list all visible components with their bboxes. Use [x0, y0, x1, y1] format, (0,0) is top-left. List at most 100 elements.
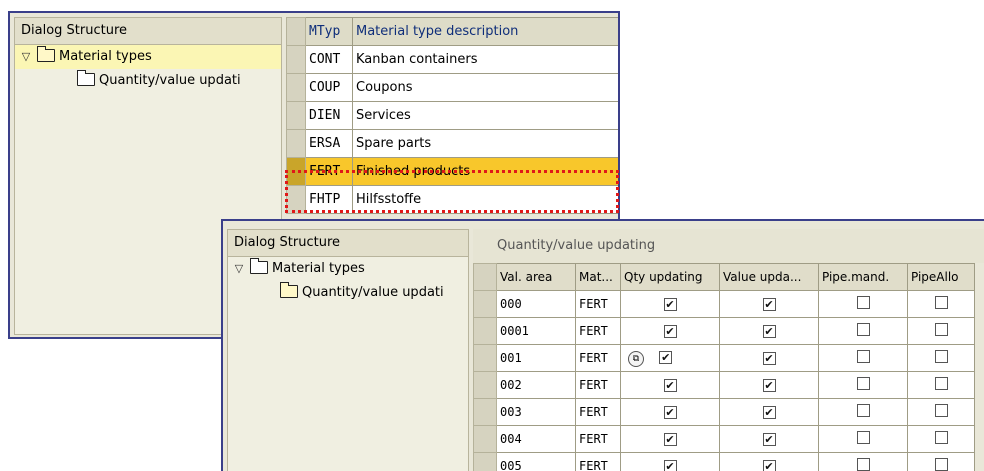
description-cell[interactable]: Finished products	[352, 157, 618, 186]
material-type-cell[interactable]: FERT	[575, 452, 621, 471]
qty-updating-checkbox-cell[interactable]: ✔	[620, 290, 720, 318]
row-selector[interactable]	[286, 157, 306, 186]
table-row[interactable]: FHTP Hilfsstoffe	[286, 185, 618, 214]
value-updating-checkbox[interactable]: ✔	[762, 433, 776, 446]
material-type-cell[interactable]: FERT	[575, 398, 621, 426]
mtyp-cell[interactable]: FHTP	[305, 185, 353, 214]
column-header-value-updating[interactable]: Value upda...	[719, 263, 819, 291]
pipe-alloc-checkbox[interactable]	[934, 323, 948, 336]
column-header-mtyp[interactable]: MTyp	[305, 17, 353, 46]
value-updating-checkbox[interactable]: ✔	[762, 406, 776, 419]
val-area-cell[interactable]: 000	[496, 290, 576, 318]
pipe-mand-checkbox[interactable]	[856, 296, 870, 309]
value-updating-checkbox-cell[interactable]: ✔	[719, 290, 819, 318]
mtyp-cell[interactable]: COUP	[305, 73, 353, 102]
val-area-cell[interactable]: 002	[496, 371, 576, 399]
mtyp-cell[interactable]: FERT	[305, 157, 353, 186]
row-selector[interactable]	[286, 129, 306, 158]
table-row[interactable]: DIEN Services	[286, 101, 618, 130]
value-updating-checkbox[interactable]: ✔	[762, 298, 776, 311]
pipe-mand-checkbox[interactable]	[856, 431, 870, 444]
table-row[interactable]: 000 FERT ✔ ✔	[473, 290, 975, 318]
table-row[interactable]: 005 FERT ✔ ✔	[473, 452, 975, 471]
triangle-down-icon[interactable]: ▽	[232, 257, 246, 281]
material-type-cell[interactable]: FERT	[575, 371, 621, 399]
pipe-alloc-checkbox-cell[interactable]	[907, 452, 975, 471]
qty-updating-checkbox[interactable]: ✔	[663, 298, 677, 311]
tree-item-quantity-value[interactable]: Quantity/value updati	[228, 281, 468, 305]
qty-updating-checkbox[interactable]: ✔	[663, 460, 677, 471]
column-header-val-area[interactable]: Val. area	[496, 263, 576, 291]
pipe-alloc-checkbox[interactable]	[934, 431, 948, 444]
qty-updating-checkbox[interactable]: ✔	[663, 325, 677, 338]
select-all-cell[interactable]	[473, 263, 497, 291]
column-header-pipe-alloc[interactable]: PipeAllo	[907, 263, 975, 291]
pipe-mand-checkbox-cell[interactable]	[818, 398, 908, 426]
qty-updating-checkbox-cell[interactable]: ✔	[620, 452, 720, 471]
mtyp-cell[interactable]: CONT	[305, 45, 353, 74]
qty-updating-checkbox-cell[interactable]: ✔	[620, 398, 720, 426]
table-row[interactable]: ERSA Spare parts	[286, 129, 618, 158]
qty-updating-checkbox-cell[interactable]: ✔	[620, 371, 720, 399]
pipe-mand-checkbox[interactable]	[856, 458, 870, 471]
pipe-alloc-checkbox-cell[interactable]	[907, 371, 975, 399]
select-all-cell[interactable]	[286, 17, 306, 46]
pipe-mand-checkbox-cell[interactable]	[818, 371, 908, 399]
table-row[interactable]: COUP Coupons	[286, 73, 618, 102]
tree-item-material-types[interactable]: ▽ Material types	[15, 45, 281, 69]
qty-updating-checkbox[interactable]: ✔	[663, 379, 677, 392]
table-row[interactable]: 004 FERT ✔ ✔	[473, 425, 975, 453]
pipe-alloc-checkbox[interactable]	[934, 404, 948, 417]
table-row[interactable]: 0001 FERT ✔ ✔	[473, 317, 975, 345]
row-selector[interactable]	[473, 344, 497, 372]
pipe-mand-checkbox[interactable]	[856, 323, 870, 336]
row-selector[interactable]	[473, 398, 497, 426]
value-updating-checkbox-cell[interactable]: ✔	[719, 398, 819, 426]
pipe-alloc-checkbox-cell[interactable]	[907, 317, 975, 345]
table-row-selected[interactable]: FERT Finished products	[286, 157, 618, 186]
pipe-alloc-checkbox-cell[interactable]	[907, 290, 975, 318]
qty-updating-checkbox[interactable]: ✔	[663, 433, 677, 446]
column-header-description[interactable]: Material type description	[352, 17, 618, 46]
row-selector[interactable]	[286, 101, 306, 130]
pipe-alloc-checkbox[interactable]	[934, 377, 948, 390]
mtyp-cell[interactable]: DIEN	[305, 101, 353, 130]
val-area-cell[interactable]: 003	[496, 398, 576, 426]
tree-item-material-types[interactable]: ▽ Material types	[228, 257, 468, 281]
description-cell[interactable]: Spare parts	[352, 129, 618, 158]
val-area-cell[interactable]: 0001	[496, 317, 576, 345]
material-type-cell[interactable]: FERT	[575, 317, 621, 345]
pipe-alloc-checkbox[interactable]	[934, 296, 948, 309]
table-row[interactable]: 003 FERT ✔ ✔	[473, 398, 975, 426]
column-header-qty-updating[interactable]: Qty updating	[620, 263, 720, 291]
pipe-alloc-checkbox[interactable]	[934, 458, 948, 471]
row-selector[interactable]	[473, 317, 497, 345]
pipe-mand-checkbox-cell[interactable]	[818, 452, 908, 471]
pipe-alloc-checkbox-cell[interactable]	[907, 425, 975, 453]
pipe-alloc-checkbox-cell[interactable]	[907, 398, 975, 426]
qty-updating-checkbox-cell[interactable]: ✔	[620, 317, 720, 345]
pipe-mand-checkbox[interactable]	[856, 350, 870, 363]
row-selector[interactable]	[286, 45, 306, 74]
table-row[interactable]: 001 FERT ⧉ ✔ ✔	[473, 344, 975, 372]
val-area-cell[interactable]: 004	[496, 425, 576, 453]
pipe-mand-checkbox[interactable]	[856, 377, 870, 390]
description-cell[interactable]: Kanban containers	[352, 45, 618, 74]
pipe-mand-checkbox[interactable]	[856, 404, 870, 417]
value-help-icon[interactable]: ⧉	[628, 350, 644, 367]
material-type-cell[interactable]: FERT	[575, 344, 621, 372]
value-updating-checkbox[interactable]: ✔	[762, 379, 776, 392]
description-cell[interactable]: Coupons	[352, 73, 618, 102]
row-selector[interactable]	[286, 185, 306, 214]
table-row[interactable]: CONT Kanban containers	[286, 45, 618, 74]
value-updating-checkbox-cell[interactable]: ✔	[719, 452, 819, 471]
qty-updating-checkbox[interactable]: ✔	[663, 406, 677, 419]
value-updating-checkbox[interactable]: ✔	[762, 352, 776, 365]
mtyp-cell[interactable]: ERSA	[305, 129, 353, 158]
val-area-cell[interactable]: 001	[496, 344, 576, 372]
value-updating-checkbox-cell[interactable]: ✔	[719, 371, 819, 399]
value-updating-checkbox[interactable]: ✔	[762, 460, 776, 471]
material-type-cell[interactable]: FERT	[575, 290, 621, 318]
val-area-cell[interactable]: 005	[496, 452, 576, 471]
pipe-alloc-checkbox[interactable]	[934, 350, 948, 363]
